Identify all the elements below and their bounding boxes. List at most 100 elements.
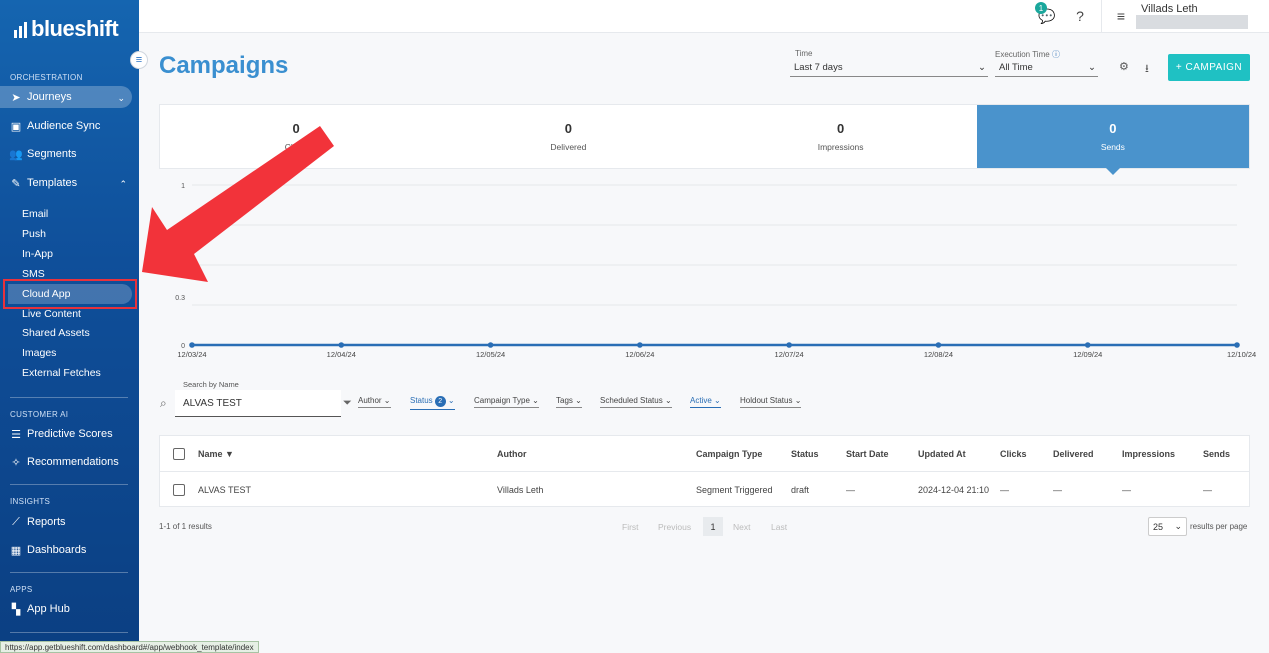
stat-value: 0 <box>292 121 300 136</box>
page-current[interactable]: 1 <box>703 517 723 536</box>
col-clicks[interactable]: Clicks <box>1000 436 1027 472</box>
page-next[interactable]: Next <box>733 522 750 532</box>
filter-campaign-type[interactable]: Campaign Type ⌄ <box>474 396 539 408</box>
sidebar-item-recommendations[interactable]: ✧ Recommendations <box>10 456 118 469</box>
sidebar-item-label: Predictive Scores <box>27 428 113 440</box>
filter-holdout-status[interactable]: Holdout Status ⌄ <box>740 396 802 408</box>
col-sends[interactable]: Sends <box>1203 436 1230 472</box>
sidebar-sub-shared-assets[interactable]: Shared Assets <box>22 327 90 339</box>
filter-scheduled-status[interactable]: Scheduled Status ⌄ <box>600 396 672 408</box>
stat-tab-clicks[interactable]: 0 Clicks <box>160 105 432 168</box>
sidebar-sub-external-fetches[interactable]: External Fetches <box>22 367 101 379</box>
data-point <box>637 342 643 348</box>
cell-name[interactable]: ALVAS TEST <box>198 472 251 508</box>
chevron-down-icon: ⌄ <box>1174 521 1182 531</box>
hamburger-menu-icon[interactable]: ≡ <box>1112 7 1130 25</box>
help-icon[interactable]: ? <box>1071 7 1089 25</box>
col-status[interactable]: Status <box>791 436 819 472</box>
stat-value: 0 <box>564 121 572 136</box>
y-tick-label: 0 <box>181 343 185 350</box>
sidebar-item-audience-sync[interactable]: ▣ Audience Sync <box>10 120 101 133</box>
stat-tab-sends[interactable]: 0 Sends <box>976 105 1249 175</box>
page-first[interactable]: First <box>622 522 639 532</box>
sidebar-sub-in-app[interactable]: In-App <box>22 248 53 260</box>
top-bar: 💬 1 ? ≡ Villads Leth <box>139 0 1269 33</box>
chevron-down-icon[interactable]: ⌄ <box>117 93 125 104</box>
sidebar-item-label: Journeys <box>27 91 72 103</box>
sidebar-item-segments[interactable]: 👥 Segments <box>9 148 77 161</box>
chevron-up-icon[interactable]: ⌃ <box>119 179 127 190</box>
status-count-badge: 2 <box>434 396 446 407</box>
col-start-date[interactable]: Start Date <box>846 436 889 472</box>
sidebar-sub-images[interactable]: Images <box>22 347 56 359</box>
section-insights: INSIGHTS <box>10 497 51 506</box>
search-label: Search by Name <box>183 380 239 389</box>
users-icon: 👥 <box>9 148 23 161</box>
col-author[interactable]: Author <box>497 436 527 472</box>
sidebar-item-app-hub[interactable]: ▚ App Hub <box>10 603 70 616</box>
sidebar-item-predictive-scores[interactable]: ☰ Predictive Scores <box>10 428 113 441</box>
line-chart-icon: ⟋ <box>12 515 20 528</box>
cell-updated-at: 2024-12-04 21:10 <box>918 485 990 495</box>
filter-icon[interactable]: ⏷ <box>343 397 352 410</box>
sliders-icon: ☰ <box>11 428 21 441</box>
add-campaign-button[interactable]: + CAMPAIGN <box>1168 54 1250 81</box>
page-last[interactable]: Last <box>771 522 787 532</box>
time-select[interactable]: Last 7 days ⌄ <box>790 59 988 77</box>
row-checkbox[interactable] <box>173 472 185 508</box>
sidebar-sub-live-content[interactable]: Live Content <box>22 308 81 320</box>
sidebar-item-label: Segments <box>27 148 77 160</box>
sidebar-item-journeys[interactable]: ➤ Journeys <box>10 91 72 104</box>
execution-time-select[interactable]: All Time ⌄ <box>995 59 1098 77</box>
sidebar-item-label: Dashboards <box>27 544 87 556</box>
brush-icon: ✎ <box>11 177 21 190</box>
grid-icon: ▚ <box>11 603 21 616</box>
per-page-label: results per page <box>1190 522 1248 531</box>
chevron-down-icon: ⌄ <box>978 62 986 73</box>
table-row[interactable]: ALVAS TEST Villads Leth Segment Triggere… <box>160 472 1249 508</box>
page-title: Campaigns <box>159 52 289 79</box>
col-impressions[interactable]: Impressions <box>1122 436 1175 472</box>
select-all-checkbox[interactable] <box>173 436 185 472</box>
data-point <box>786 342 792 348</box>
table-header: Name ▼ Author Campaign Type Status Start… <box>160 436 1249 472</box>
data-point <box>189 342 195 348</box>
section-orchestration: ORCHESTRATION <box>10 73 83 82</box>
sidebar-item-reports[interactable]: ⟋ Reports <box>10 515 65 529</box>
stat-label: Sends <box>1100 142 1125 152</box>
search-input[interactable] <box>175 390 341 417</box>
settings-gear-icon[interactable]: ⚙ <box>1119 60 1129 73</box>
col-delivered[interactable]: Delivered <box>1053 436 1094 472</box>
data-point <box>935 342 942 348</box>
cell-sends: — <box>1203 485 1212 495</box>
filter-status[interactable]: Status 2 ⌄ <box>410 396 455 410</box>
filter-author[interactable]: Author ⌄ <box>358 396 391 408</box>
x-tick-label: 12/07/24 <box>775 350 804 359</box>
data-point <box>1234 342 1240 348</box>
download-icon[interactable]: ⭳ <box>1145 60 1149 79</box>
page-previous[interactable]: Previous <box>658 522 691 532</box>
brand-logo[interactable]: blueshift <box>14 16 119 42</box>
cell-clicks: — <box>1000 485 1009 495</box>
filter-tags[interactable]: Tags ⌄ <box>556 396 582 408</box>
col-campaign-type[interactable]: Campaign Type <box>696 436 762 472</box>
col-name[interactable]: Name ▼ <box>198 436 234 472</box>
sidebar-collapse-button[interactable]: ≡ <box>130 51 148 69</box>
user-name[interactable]: Villads Leth <box>1141 3 1198 15</box>
time-label: Time <box>795 49 813 58</box>
sidebar-item-dashboards[interactable]: ▦ Dashboards <box>10 544 87 557</box>
browser-status-url: https://app.getblueshift.com/dashboard#/… <box>0 641 259 653</box>
stat-label: Clicks <box>284 142 308 152</box>
sidebar-sub-email[interactable]: Email <box>22 208 48 220</box>
x-tick-label: 12/03/24 <box>177 350 206 359</box>
sidebar-divider <box>10 484 128 485</box>
sidebar-item-label: App Hub <box>27 603 70 615</box>
sidebar-item-templates[interactable]: ✎ Templates <box>10 177 77 190</box>
filter-active[interactable]: Active ⌄ <box>690 396 721 408</box>
stat-tab-delivered[interactable]: 0 Delivered <box>432 105 704 168</box>
per-page-select[interactable]: 25 ⌄ <box>1148 517 1187 536</box>
col-updated-at[interactable]: Updated At <box>918 436 966 472</box>
stat-tab-impressions[interactable]: 0 Impressions <box>705 105 977 168</box>
x-tick-label: 12/06/24 <box>625 350 654 359</box>
sidebar-sub-push[interactable]: Push <box>22 228 46 240</box>
